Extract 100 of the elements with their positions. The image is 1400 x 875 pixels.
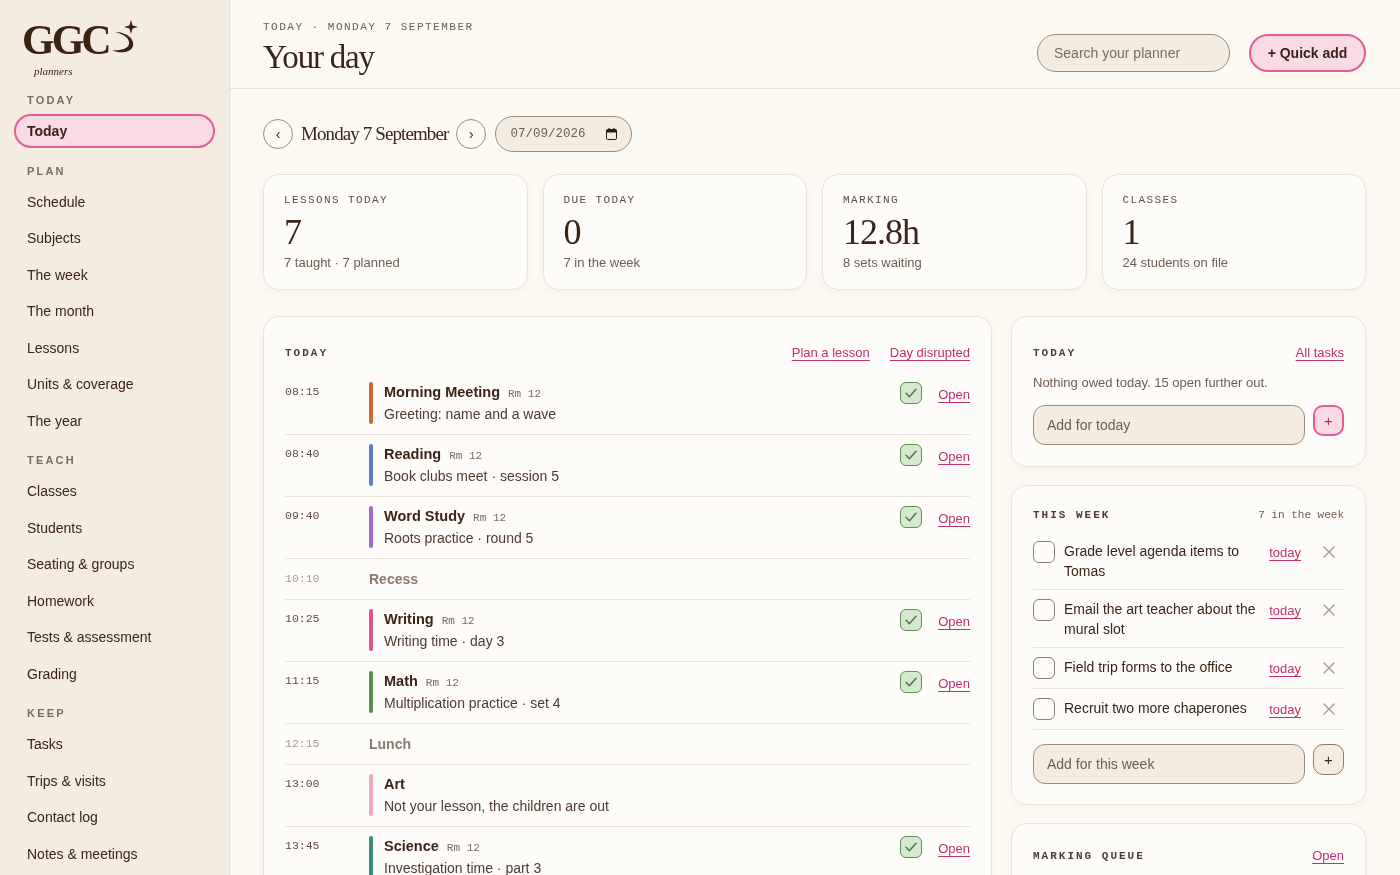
sidebar-item[interactable]: Units & coverage <box>14 367 215 401</box>
lesson-detail: Greeting: name and a wave <box>384 405 557 424</box>
done-checkbox[interactable] <box>900 382 923 404</box>
room-label: Rm 12 <box>446 842 480 854</box>
done-checkbox[interactable] <box>900 444 923 466</box>
done-checkbox[interactable] <box>900 671 923 693</box>
time-label: 11:15 <box>285 673 321 689</box>
today-link[interactable]: today <box>1269 658 1301 680</box>
schedule-link[interactable]: Day disrupted <box>889 344 970 362</box>
add-week-task-field[interactable]: Add for this week <box>1033 744 1305 784</box>
page-title: Your day <box>263 38 376 76</box>
add-button[interactable]: + <box>1313 744 1344 775</box>
add-button[interactable]: + <box>1313 405 1344 436</box>
sidebar-item[interactable]: Seating & groups <box>14 547 215 581</box>
sidebar-item[interactable]: The week <box>14 257 215 292</box>
week-count: 7 in the week <box>1258 508 1344 523</box>
done-checkbox[interactable] <box>900 836 923 858</box>
check-icon <box>905 512 918 522</box>
calendar-icon <box>606 128 618 140</box>
section-heading: TODAY <box>1033 346 1076 361</box>
lesson-title: Art <box>384 776 405 792</box>
quick-add-button[interactable]: + Quick add <box>1249 34 1366 72</box>
lesson-title: Science <box>384 838 439 854</box>
time-label: 12:15 <box>285 736 321 752</box>
stat-label: CLASSES <box>1122 193 1180 207</box>
sidebar-item[interactable]: The year <box>14 403 215 438</box>
sidebar-item[interactable]: Lessons <box>14 330 215 365</box>
sidebar-item[interactable]: Trips & visits <box>14 763 215 798</box>
done-checkbox[interactable] <box>900 506 923 528</box>
schedule-link[interactable]: Plan a lesson <box>791 344 870 362</box>
time-label: 13:45 <box>285 838 321 854</box>
task-checkbox[interactable] <box>1033 698 1055 720</box>
time-label: 09:40 <box>285 508 321 524</box>
time-label: 10:25 <box>285 611 321 627</box>
stat-value: 1 <box>1122 213 1141 251</box>
room-label: Rm 12 <box>473 512 507 524</box>
room-label: Rm 12 <box>425 677 459 689</box>
task-checkbox[interactable] <box>1033 657 1055 679</box>
section-heading: TODAY <box>26 93 77 107</box>
status-message: Nothing owed today. 15 open further out. <box>1033 374 1269 392</box>
task-checkbox[interactable] <box>1033 599 1055 621</box>
sidebar-item[interactable]: Tasks <box>14 727 215 761</box>
lesson-title: Morning Meeting <box>384 384 500 400</box>
done-checkbox[interactable] <box>900 609 923 631</box>
search-field[interactable]: Search your planner <box>1037 34 1230 72</box>
all-tasks-link[interactable]: All tasks <box>1295 344 1344 362</box>
room-label: Rm 12 <box>441 615 475 627</box>
section-heading: KEEP <box>26 706 67 720</box>
check-icon <box>905 450 918 460</box>
sidebar-item[interactable]: Grading <box>14 656 215 691</box>
close-icon <box>1323 546 1335 558</box>
today-link[interactable]: today <box>1269 542 1301 564</box>
section-heading: THIS WEEK <box>1033 508 1111 523</box>
time-label: 08:15 <box>285 384 321 400</box>
open-link[interactable]: Open <box>938 448 970 466</box>
lesson-detail: Investigation time · part 3 <box>384 859 543 875</box>
add-task-field[interactable]: Add for today <box>1033 405 1305 445</box>
break-label: Recess <box>369 570 419 589</box>
open-link[interactable]: Open <box>938 840 970 858</box>
sidebar-item[interactable]: Tests & assessment <box>14 620 215 654</box>
stat-note: 7 taught · 7 planned <box>284 254 401 272</box>
stat-value: 0 <box>563 213 582 251</box>
sidebar-item[interactable]: Contact log <box>14 800 215 834</box>
lesson-title: Math <box>384 673 418 689</box>
task-text: Recruit two more chaperones <box>1064 699 1248 718</box>
today-link[interactable]: today <box>1269 699 1301 721</box>
sidebar-item[interactable]: Today <box>14 114 215 148</box>
lesson-detail: Writing time · day 3 <box>384 632 506 651</box>
sidebar-item[interactable]: Notes & meetings <box>14 836 215 871</box>
task-checkbox[interactable] <box>1033 541 1055 563</box>
sidebar-item[interactable]: The month <box>14 294 215 328</box>
open-link[interactable]: Open <box>938 510 970 528</box>
sidebar-item[interactable]: Classes <box>14 474 215 508</box>
task-text: Grade level agenda items to Tomas <box>1064 542 1241 581</box>
sidebar-item[interactable]: Homework <box>14 583 215 618</box>
sidebar-item[interactable]: Schedule <box>14 184 215 219</box>
section-heading: TEACH <box>26 453 77 467</box>
lesson-detail: Book clubs meet · session 5 <box>384 467 561 486</box>
lesson-title: Reading <box>384 446 442 462</box>
section-heading: MARKING QUEUE <box>1033 849 1145 864</box>
sidebar-item[interactable]: Students <box>14 510 215 545</box>
lesson-detail: Multiplication practice · set 4 <box>384 694 562 713</box>
check-icon <box>905 842 918 852</box>
time-label: 08:40 <box>285 446 321 462</box>
open-link[interactable]: Open <box>938 675 970 693</box>
check-icon <box>905 615 918 625</box>
open-link[interactable]: Open <box>938 386 970 404</box>
stat-label: MARKING <box>843 193 900 207</box>
close-icon <box>1323 662 1335 674</box>
stat-note: 8 sets waiting <box>843 254 923 272</box>
open-link[interactable]: Open <box>1312 847 1344 865</box>
page-eyebrow: TODAY · MONDAY 7 SEPTEMBER <box>263 20 474 34</box>
time-label: 13:00 <box>285 776 321 792</box>
date-field[interactable]: 07/09/2026 <box>495 116 633 152</box>
check-icon <box>905 677 918 687</box>
sidebar-item[interactable]: Subjects <box>14 221 215 255</box>
stat-label: LESSONS TODAY <box>284 193 389 207</box>
task-text: Email the art teacher about the mural slot <box>1064 600 1257 639</box>
today-link[interactable]: today <box>1269 600 1301 622</box>
open-link[interactable]: Open <box>938 613 970 631</box>
